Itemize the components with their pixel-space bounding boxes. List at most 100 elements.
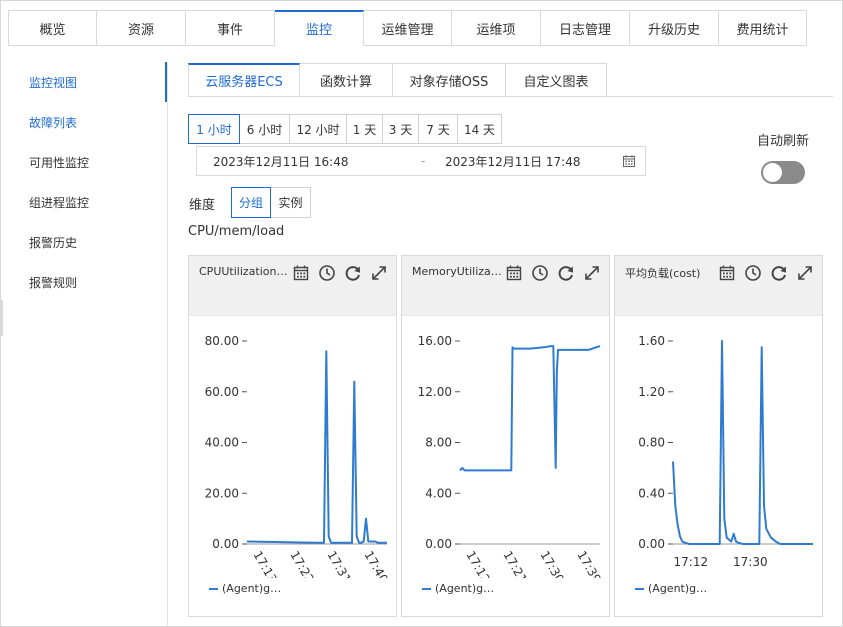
chart-card-header: CPUUtilization(%) xyxy=(189,256,396,316)
tab-overview[interactable]: 概览 xyxy=(8,10,97,46)
tab-upgrade-history[interactable]: 升级历史 xyxy=(630,10,719,46)
chart-toolbar xyxy=(505,264,601,282)
sidebar-active-indicator xyxy=(165,62,167,102)
range-6h-button[interactable]: 6 小时 xyxy=(240,114,290,144)
x-tick-label: 17:13 xyxy=(250,549,279,579)
chart-title: CPUUtilization(%) xyxy=(199,265,291,278)
chart-card-header: MemoryUtilizati… xyxy=(402,256,609,316)
y-tick-label: 80.00 xyxy=(205,334,239,348)
date-range-picker[interactable]: 2023年12月11日 16:48 - 2023年12月11日 17:48 xyxy=(196,146,646,176)
tab-events[interactable]: 事件 xyxy=(186,10,275,46)
chart-plot: 0.00 20.00 40.00 60.00 80.00 17:13 17:22 17:31 1… xyxy=(205,334,391,579)
tab-cost-stats[interactable]: 费用统计 xyxy=(719,10,807,46)
y-tick-label: 4.00 xyxy=(425,486,452,500)
sidebar-item-alarm-rules[interactable]: 报警规则 xyxy=(0,262,167,302)
calendar-icon[interactable] xyxy=(623,155,635,167)
chart-legend[interactable]: (Agent)g… xyxy=(422,582,494,595)
range-14d-button[interactable]: 14 天 xyxy=(458,114,502,144)
x-tick-label: 17:21 xyxy=(500,549,529,579)
y-tick-label: 0.80 xyxy=(638,436,665,450)
tab-log-management[interactable]: 日志管理 xyxy=(541,10,630,46)
tab-function-compute[interactable]: 函数计算 xyxy=(300,63,393,97)
tab-ops-items[interactable]: 运维项 xyxy=(452,10,541,46)
section-title: CPU/mem/load xyxy=(188,224,285,239)
expand-icon[interactable] xyxy=(370,264,388,282)
dimension-group-button[interactable]: 分组 xyxy=(231,187,271,218)
tab-custom-charts[interactable]: 自定义图表 xyxy=(506,63,607,97)
sidebar: 监控视图 故障列表 可用性监控 组进程监控 报警历史 报警规则 xyxy=(0,62,168,627)
clock-icon[interactable] xyxy=(531,264,549,282)
legend-swatch xyxy=(209,587,218,590)
y-tick-label: 1.60 xyxy=(638,334,665,348)
chart-card-load: 平均负载(cost) 0.00 0.40 0.80 1.20 1.60 17:12 17:3… xyxy=(614,255,823,617)
toggle-knob xyxy=(763,163,782,182)
refresh-icon[interactable] xyxy=(770,264,788,282)
range-1h-button[interactable]: 1 小时 xyxy=(188,114,240,144)
y-tick-label: 1.20 xyxy=(638,385,665,399)
calendar-icon[interactable] xyxy=(718,264,736,282)
date-start[interactable]: 2023年12月11日 16:48 xyxy=(213,153,348,170)
legend-label: (Agent)g… xyxy=(222,582,282,595)
y-tick-label: 20.00 xyxy=(205,486,239,500)
sidebar-item-process-monitor[interactable]: 组进程监控 xyxy=(0,182,167,222)
series-line[interactable] xyxy=(459,345,601,472)
y-tick-label: 0.00 xyxy=(638,537,665,551)
sidebar-item-fault-list[interactable]: 故障列表 xyxy=(0,102,167,142)
chart-title: 平均负载(cost) xyxy=(625,267,701,280)
y-tick-label: 40.00 xyxy=(205,436,239,450)
sidebar-item-alarm-history[interactable]: 报警历史 xyxy=(0,222,167,262)
top-tab-bar: 概览 资源 事件 监控 运维管理 运维项 日志管理 升级历史 费用统计 xyxy=(8,10,807,46)
calendar-icon[interactable] xyxy=(292,264,310,282)
y-tick-label: 16.00 xyxy=(418,334,452,348)
series-line[interactable] xyxy=(246,350,387,544)
sidebar-item-monitor-view[interactable]: 监控视图 xyxy=(0,62,167,102)
range-1d-button[interactable]: 1 天 xyxy=(347,114,383,144)
time-range-group: 1 小时 6 小时 12 小时 1 天 3 天 7 天 14 天 xyxy=(188,114,502,144)
tab-resources[interactable]: 资源 xyxy=(97,10,186,46)
refresh-icon[interactable] xyxy=(344,264,362,282)
chart-toolbar xyxy=(292,264,388,282)
chart-legend[interactable]: (Agent)g… xyxy=(635,582,707,595)
x-tick-label: 17:31 xyxy=(324,549,353,579)
dimension-instance-button[interactable]: 实例 xyxy=(271,187,311,218)
expand-icon[interactable] xyxy=(796,264,814,282)
x-tick-label: 17:12 xyxy=(674,555,709,569)
date-end[interactable]: 2023年12月11日 17:48 xyxy=(445,153,580,170)
y-tick-label: 60.00 xyxy=(205,385,239,399)
y-tick-label: 8.00 xyxy=(425,436,452,450)
y-tick-label: 0.00 xyxy=(425,537,452,551)
tab-ecs[interactable]: 云服务器ECS xyxy=(188,63,300,97)
refresh-icon[interactable] xyxy=(557,264,575,282)
x-tick-label: 17:39 xyxy=(574,549,603,579)
legend-swatch xyxy=(422,587,431,590)
expand-icon[interactable] xyxy=(583,264,601,282)
x-tick-label: 17:30 xyxy=(733,555,768,569)
x-tick-label: 17:22 xyxy=(287,549,316,579)
clock-icon[interactable] xyxy=(318,264,336,282)
auto-refresh-toggle[interactable] xyxy=(761,161,805,184)
calendar-icon[interactable] xyxy=(505,264,523,282)
sidebar-item-availability[interactable]: 可用性监控 xyxy=(0,142,167,182)
y-tick-label: 12.00 xyxy=(418,385,452,399)
x-tick-label: 17:12 xyxy=(463,549,492,579)
y-tick-label: 0.00 xyxy=(212,537,239,551)
tab-oss[interactable]: 对象存储OSS xyxy=(393,63,506,97)
range-12h-button[interactable]: 12 小时 xyxy=(290,114,347,144)
clock-icon[interactable] xyxy=(744,264,762,282)
legend-swatch xyxy=(635,587,644,590)
chart-toolbar xyxy=(718,264,814,282)
tab-ops-management[interactable]: 运维管理 xyxy=(364,10,452,46)
range-3d-button[interactable]: 3 天 xyxy=(383,114,419,144)
x-tick-label: 17:40 xyxy=(361,549,390,579)
chart-card-cpu: CPUUtilization(%) 0.00 20.00 40.00 60.00 80.… xyxy=(188,255,397,617)
legend-label: (Agent)g… xyxy=(648,582,708,595)
dimension-group: 分组 实例 xyxy=(231,187,311,218)
chart-legend[interactable]: (Agent)g… xyxy=(209,582,281,595)
dimension-label: 维度 xyxy=(189,198,216,213)
chart-card-header: 平均负载(cost) xyxy=(615,256,822,316)
range-7d-button[interactable]: 7 天 xyxy=(419,114,458,144)
series-line[interactable] xyxy=(672,340,813,545)
divider xyxy=(188,96,833,97)
chart-plot: 0.00 0.40 0.80 1.20 1.60 17:12 17:30 xyxy=(638,334,813,569)
tab-monitoring[interactable]: 监控 xyxy=(275,10,364,46)
